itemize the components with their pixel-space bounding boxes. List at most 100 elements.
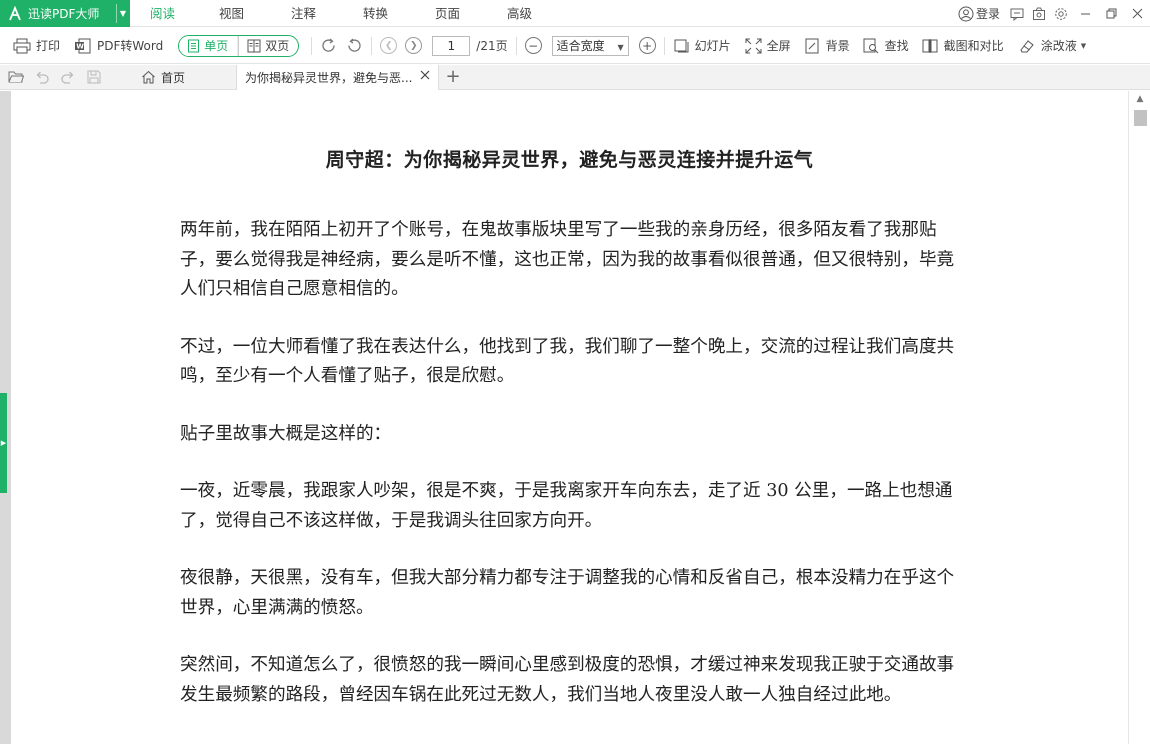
home-tab-label: 首页	[161, 70, 186, 85]
redo-button[interactable]	[55, 65, 81, 90]
screenshot-compare-button[interactable]: 截图和对比	[922, 34, 1004, 58]
fullscreen-button[interactable]: 全屏	[745, 34, 791, 58]
slideshow-icon	[674, 39, 689, 52]
plus-icon: +	[642, 38, 653, 53]
print-button[interactable]: 打印	[13, 34, 60, 58]
paragraph: 两年前，我在陌陌上初开了个账号，在鬼故事版块里写了一些我的亲身历经，很多陌友看了…	[180, 220, 955, 299]
chevron-left-icon: ❮	[385, 40, 393, 51]
gear-icon[interactable]	[1054, 7, 1068, 21]
paragraph: 贴子里故事大概是这样的：	[180, 423, 392, 444]
window-controls: 登录	[958, 0, 1150, 27]
chevron-right-icon: ▶	[0, 439, 7, 447]
toolbar-divider	[663, 36, 665, 55]
zoom-select[interactable]: 适合宽度 ▼	[551, 35, 629, 56]
rotate-left-icon[interactable]	[346, 37, 363, 54]
tab-view[interactable]: 视图	[200, 0, 264, 27]
background-button[interactable]: 背景	[804, 34, 850, 58]
chevron-down-icon: ▼	[1080, 41, 1087, 50]
minimize-button[interactable]	[1072, 0, 1098, 27]
plus-icon: +	[445, 66, 461, 87]
fullscreen-icon	[745, 38, 762, 53]
minus-icon: −	[528, 38, 539, 53]
tab-read[interactable]: 阅读	[130, 0, 197, 27]
restore-icon	[1106, 8, 1116, 19]
tab-annotate[interactable]: 注释	[272, 0, 336, 27]
toolbar-divider	[311, 36, 313, 55]
user-icon	[958, 6, 974, 21]
zoom-out-button[interactable]: −	[524, 37, 542, 54]
vertical-scrollbar[interactable]: ▲	[1128, 91, 1150, 744]
tab-current-document[interactable]: 为你揭秘异灵世界，避免与恶...	[236, 64, 439, 90]
zoom-value: 适合宽度	[556, 39, 605, 53]
close-tab-button[interactable]	[418, 70, 432, 84]
restore-button[interactable]	[1098, 0, 1124, 27]
new-tab-button[interactable]: +	[444, 68, 462, 86]
open-file-button[interactable]	[3, 65, 29, 90]
screenshot-compare-label: 截图和对比	[943, 39, 1004, 53]
fullscreen-label: 全屏	[766, 39, 791, 53]
app-menu-divider	[116, 4, 117, 23]
rotate-right-icon[interactable]	[320, 37, 337, 54]
correction-label: 涂改液	[1040, 39, 1077, 53]
single-page-button[interactable]: 单页	[179, 35, 239, 56]
compare-icon	[922, 38, 938, 53]
tab-convert[interactable]: 转换	[344, 0, 408, 27]
page-number-input[interactable]	[432, 35, 471, 56]
find-label: 查找	[884, 39, 909, 53]
find-button[interactable]: 查找	[863, 34, 909, 58]
chevron-down-icon: ▼	[617, 42, 624, 52]
slideshow-button[interactable]: 幻灯片	[673, 34, 731, 58]
app-logo-icon	[9, 5, 21, 20]
tab-page[interactable]: 页面	[416, 0, 480, 27]
word-convert-icon: W	[75, 38, 91, 53]
svg-text:W: W	[76, 42, 84, 50]
pdf-to-word-label: PDF转Word	[97, 39, 164, 53]
previous-page-button[interactable]: ❮	[380, 37, 398, 54]
skin-icon[interactable]	[1032, 7, 1046, 21]
scroll-up-button[interactable]: ▲	[1134, 94, 1146, 104]
folder-icon	[8, 71, 24, 83]
tab-advanced[interactable]: 高级	[488, 0, 552, 27]
app-menu-button[interactable]: 迅读PDF大师 ▼	[0, 0, 130, 27]
message-icon[interactable]	[1010, 7, 1024, 21]
document-title: 周守超：为你揭秘异灵世界，避免与恶灵连接并提升运气	[325, 149, 814, 171]
minimize-icon	[1080, 13, 1090, 15]
background-label: 背景	[825, 39, 850, 53]
zoom-in-button[interactable]: +	[638, 37, 656, 54]
undo-icon	[36, 71, 49, 84]
double-page-button[interactable]: 双页	[238, 35, 298, 56]
eraser-icon	[1020, 39, 1034, 52]
toolbar-divider	[515, 36, 517, 55]
close-window-button[interactable]	[1124, 0, 1150, 27]
menu-tabs: 阅读 视图 注释 转换 页面 高级	[130, 0, 560, 27]
app-name: 迅读PDF大师	[28, 7, 100, 21]
chevron-right-icon: ❯	[410, 40, 418, 51]
toolbar: 打印 W PDF转Word 单页 双页 ❮ ❯ 1 /21页 − 适合宽度 ▼ …	[0, 28, 1150, 64]
pdf-page: 周守超：为你揭秘异灵世界，避免与恶灵连接并提升运气 两年前，我在陌陌上初开了个账…	[11, 91, 1128, 744]
save-button[interactable]	[81, 65, 107, 90]
sidebar-toggle-button[interactable]: ▶	[0, 393, 7, 493]
close-icon	[420, 70, 430, 79]
page-total: /21页	[476, 39, 508, 53]
save-icon	[87, 70, 101, 84]
login-button[interactable]: 登录	[958, 5, 1000, 22]
tab-home[interactable]: 首页	[132, 65, 234, 90]
pdf-to-word-button[interactable]: W PDF转Word	[74, 34, 163, 58]
background-icon	[805, 38, 819, 53]
home-icon	[142, 70, 155, 84]
double-page-icon	[247, 39, 261, 52]
printer-icon	[13, 38, 31, 53]
document-viewer[interactable]: ▶ 周守超：为你揭秘异灵世界，避免与恶灵连接并提升运气 两年前，我在陌陌上初开了…	[0, 91, 1150, 744]
correction-button[interactable]: 涂改液 ▼	[1019, 34, 1086, 58]
login-label: 登录	[975, 7, 1000, 21]
next-page-button[interactable]: ❯	[405, 37, 423, 54]
scrollbar-thumb[interactable]	[1134, 110, 1147, 126]
paragraph: 夜很静，天很黑，没有车，但我大部分精力都专注于调整我的心情和反省自己，根本没精力…	[180, 568, 955, 618]
chevron-down-icon: ▼	[119, 9, 126, 18]
document-body: 两年前，我在陌陌上初开了个账号，在鬼故事版块里写了一些我的亲身历经，很多陌友看了…	[180, 216, 970, 738]
page-mode-toggle: 单页 双页	[178, 34, 300, 57]
toolbar-divider	[371, 36, 373, 55]
double-page-label: 双页	[265, 39, 290, 53]
single-page-icon	[188, 39, 200, 52]
undo-button[interactable]	[29, 65, 55, 90]
